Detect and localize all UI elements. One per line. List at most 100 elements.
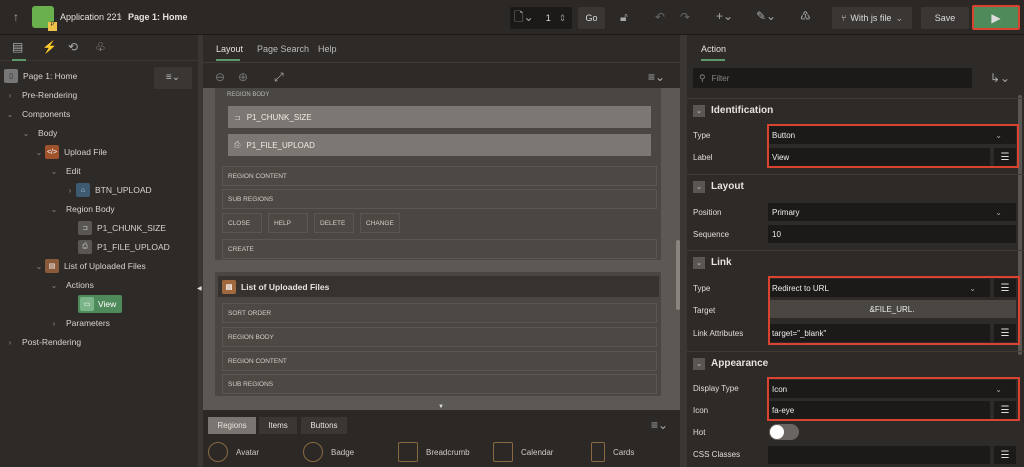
chevron-down-icon[interactable]: ⌄: [20, 129, 32, 138]
chevron-down-icon[interactable]: ⌄: [33, 262, 45, 271]
tree-node-p1-chunk-size[interactable]: ⊐ P1_CHUNK_SIZE: [78, 219, 166, 237]
rendering-tab-icon[interactable]: ▤: [12, 40, 23, 54]
section-link[interactable]: ⌄ Link: [687, 250, 1024, 274]
sub-regions-slot[interactable]: SUB REGIONS: [222, 189, 657, 209]
quick-pick-icon[interactable]: ☰: [994, 446, 1016, 464]
lock-icon[interactable]: 🔓︎: [620, 10, 628, 25]
run-page-button[interactable]: ▶︎: [972, 5, 1020, 30]
chevron-right-icon[interactable]: ›: [64, 186, 76, 195]
region-header[interactable]: ▤ List of Uploaded Files: [218, 276, 659, 297]
region-content-slot[interactable]: REGION CONTENT: [222, 351, 657, 371]
tree-node-list-of-uploaded-files[interactable]: ⌄ ▤ List of Uploaded Files: [33, 257, 146, 275]
zoom-in-icon[interactable]: ⊕: [238, 70, 248, 84]
tree-label: Upload File: [64, 147, 107, 157]
tab-help[interactable]: Help: [318, 44, 337, 54]
tree-node-components[interactable]: ⌄ Components: [4, 105, 71, 123]
css-classes-input[interactable]: [768, 446, 990, 464]
item-p1-chunk-size[interactable]: ⊐ P1_CHUNK_SIZE: [228, 106, 651, 128]
branch-label: With js file: [850, 13, 892, 23]
close-slot[interactable]: CLOSE: [222, 213, 262, 233]
go-to-group-icon[interactable]: ↳⌄: [990, 71, 1010, 85]
gallery-item-cards[interactable]: Cards: [591, 442, 634, 462]
tree-node-parameters[interactable]: › Parameters: [48, 314, 110, 332]
hot-toggle[interactable]: [769, 424, 799, 440]
tree-node-upload-file[interactable]: ⌄ </> Upload File: [33, 143, 107, 161]
sort-order-slot[interactable]: SORT ORDER: [222, 303, 657, 323]
tab-page-search[interactable]: Page Search: [257, 44, 309, 54]
save-button[interactable]: Save: [921, 7, 969, 29]
chevron-right-icon[interactable]: ›: [48, 319, 60, 328]
tree-node-pre-rendering[interactable]: › Pre-Rendering: [4, 86, 78, 104]
sequence-input[interactable]: 10: [768, 225, 1016, 243]
prop-hot: Hot: [687, 421, 1024, 443]
tree-node-p1-file-upload[interactable]: ⎙ P1_FILE_UPLOAD: [78, 238, 170, 256]
gallery-item-avatar[interactable]: Avatar: [208, 442, 259, 462]
position-select[interactable]: Primary ⌄: [768, 203, 1016, 221]
section-identification[interactable]: ⌄ Identification: [687, 98, 1024, 122]
chevron-down-icon[interactable]: ⌄: [33, 148, 45, 157]
chevron-down-icon[interactable]: ⌄: [48, 281, 60, 290]
chevron-right-icon[interactable]: ›: [4, 91, 16, 100]
gallery-item-breadcrumb[interactable]: Breadcrumb: [398, 442, 470, 462]
change-slot[interactable]: CHANGE: [360, 213, 400, 233]
item-p1-file-upload[interactable]: ⎙ P1_FILE_UPLOAD: [228, 134, 651, 156]
chevron-down-icon[interactable]: ⌄: [4, 110, 16, 119]
expand-icon[interactable]: ⤢: [274, 70, 284, 85]
tree-node-actions[interactable]: ⌄ Actions: [48, 276, 94, 294]
gallery-tab-buttons[interactable]: Buttons: [301, 417, 347, 434]
prop-label: Icon: [693, 405, 709, 415]
collapse-icon: ⌄: [693, 104, 705, 117]
collapse-left-icon[interactable]: ◀: [197, 285, 202, 292]
gallery-menu-icon[interactable]: ≡⌄: [651, 418, 668, 432]
region-body-slot[interactable]: REGION BODY: [222, 327, 657, 347]
redo-icon[interactable]: ↷: [680, 10, 690, 24]
tree-label: Body: [38, 128, 58, 138]
branch-button[interactable]: ⑂ With js file ⌄: [832, 7, 912, 29]
chevron-down-icon[interactable]: ⌄: [48, 205, 60, 214]
right-splitter[interactable]: [680, 35, 687, 467]
app-breadcrumb[interactable]: Application 221: [60, 12, 122, 22]
chevron-right-icon[interactable]: ›: [4, 338, 16, 347]
tree-node-edit[interactable]: ⌄ Edit: [48, 162, 81, 180]
tree-node-page[interactable]: ▯ Page 1: Home: [4, 67, 77, 85]
section-layout[interactable]: ⌄ Layout: [687, 174, 1024, 198]
prop-label: CSS Classes: [693, 449, 741, 459]
app-icon[interactable]: P: [32, 6, 57, 31]
page-breadcrumb[interactable]: Page 1: Home: [128, 12, 188, 22]
zoom-out-icon[interactable]: ⊖: [215, 70, 225, 84]
spinner-icon[interactable]: ⇕: [559, 13, 567, 24]
gallery-tab-items[interactable]: Items: [259, 417, 297, 434]
shared-components-tab-icon[interactable]: ♧: [95, 40, 106, 54]
page-number-input[interactable]: 1: [546, 13, 551, 23]
gallery-item-calendar[interactable]: Calendar: [493, 442, 553, 462]
tab-layout[interactable]: Layout: [216, 44, 243, 54]
tab-action[interactable]: Action: [701, 44, 726, 54]
tree-menu-button[interactable]: ≡⌄: [154, 67, 192, 89]
tree-node-region-body[interactable]: ⌄ Region Body: [48, 200, 115, 218]
region-content-slot[interactable]: REGION CONTENT: [222, 166, 657, 186]
filter-input[interactable]: ⚲ Filter: [693, 68, 972, 88]
tree-node-post-rendering[interactable]: › Post-Rendering: [4, 333, 81, 351]
tree-node-body[interactable]: ⌄ Body: [20, 124, 58, 142]
chevron-down-icon[interactable]: ⌄: [48, 167, 60, 176]
go-button[interactable]: Go: [578, 7, 605, 29]
shared-components-icon[interactable]: ♳: [800, 9, 811, 23]
breadcrumb-separator: \: [119, 11, 122, 21]
help-slot[interactable]: HELP: [268, 213, 308, 233]
gallery-tab-regions[interactable]: Regions: [208, 417, 256, 434]
undo-icon[interactable]: ↶: [655, 10, 665, 24]
section-appearance[interactable]: ⌄ Appearance: [687, 351, 1024, 375]
layout-menu-icon[interactable]: ≡⌄: [648, 70, 665, 84]
page-selector[interactable]: 🗋⌄ 1 ⇕: [510, 7, 572, 29]
sub-regions-slot[interactable]: SUB REGIONS: [222, 374, 657, 394]
utilities-menu-icon[interactable]: ✎⌄: [756, 9, 776, 23]
dynamic-actions-tab-icon[interactable]: ⚡: [42, 40, 57, 54]
delete-slot[interactable]: DELETE: [314, 213, 354, 233]
create-menu-icon[interactable]: +⌄: [716, 9, 733, 23]
create-slot[interactable]: CREATE: [222, 239, 657, 259]
up-arrow-icon[interactable]: ↑: [13, 10, 19, 24]
gallery-item-badge[interactable]: Badge: [303, 442, 354, 462]
tree-node-btn-upload[interactable]: › ⌂ BTN_UPLOAD: [64, 181, 152, 199]
tree-node-view-selected[interactable]: ▭ View: [78, 295, 123, 313]
processing-tab-icon[interactable]: ⟲: [68, 40, 78, 54]
